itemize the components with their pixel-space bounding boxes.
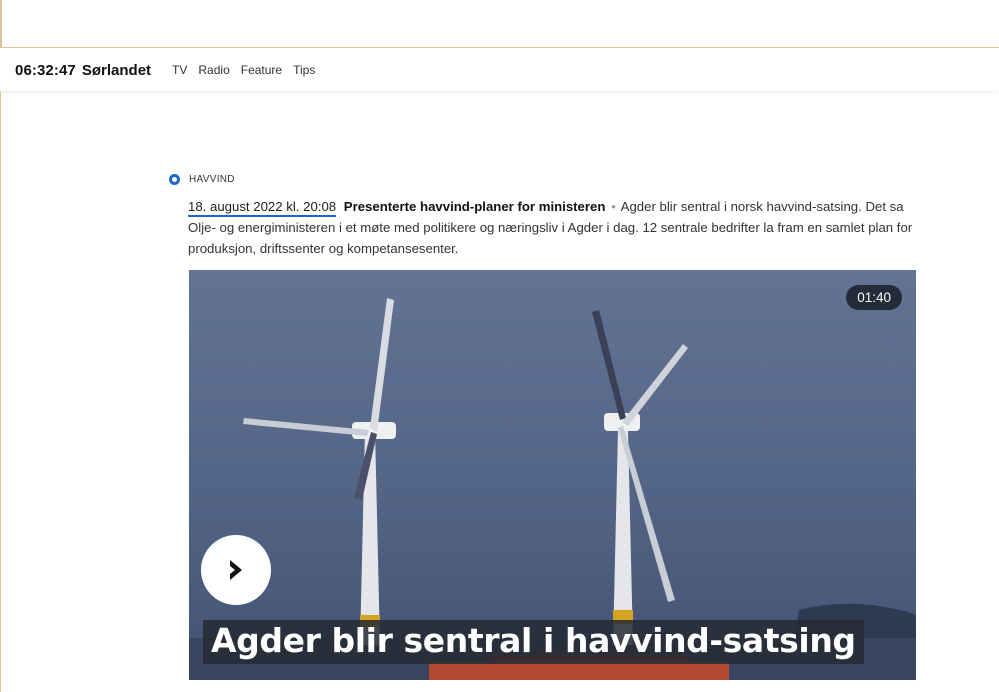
video-caption: Agder blir sentral i havvind-satsing bbox=[203, 620, 864, 664]
nav-link-feature[interactable]: Feature bbox=[241, 63, 282, 77]
left-border bbox=[0, 91, 1, 692]
feed-entry: HAVVIND 18. august 2022 kl. 20:08 Presen… bbox=[168, 170, 928, 259]
category-row: HAVVIND bbox=[168, 170, 928, 188]
video-thumbnail bbox=[189, 270, 916, 680]
category-label[interactable]: HAVVIND bbox=[189, 174, 235, 185]
chevron-right-icon bbox=[230, 560, 242, 580]
top-navbar: 06:32:47 Sørlandet TV Radio Feature Tips bbox=[0, 49, 999, 91]
nav-link-radio[interactable]: Radio bbox=[198, 63, 229, 77]
nav-links: TV Radio Feature Tips bbox=[161, 63, 315, 77]
entry-timestamp[interactable]: 18. august 2022 kl. 20:08 bbox=[188, 199, 337, 217]
live-clock: 06:32:47 bbox=[15, 61, 76, 79]
entry-separator: • bbox=[611, 199, 616, 214]
top-strip bbox=[0, 0, 999, 48]
video-player[interactable]: 01:40 Agder blir sentral i havvind-satsi… bbox=[189, 270, 916, 680]
play-button[interactable] bbox=[201, 535, 271, 605]
entry-text: 18. august 2022 kl. 20:08 Presenterte ha… bbox=[188, 196, 918, 259]
category-dot-icon bbox=[169, 173, 180, 185]
entry-title[interactable]: Presenterte havvind-planer for ministere… bbox=[344, 199, 606, 214]
region-title[interactable]: Sørlandet bbox=[82, 62, 151, 79]
nav-link-tv[interactable]: TV bbox=[172, 63, 187, 77]
nav-link-tips[interactable]: Tips bbox=[293, 63, 315, 77]
video-duration-badge: 01:40 bbox=[846, 285, 902, 310]
